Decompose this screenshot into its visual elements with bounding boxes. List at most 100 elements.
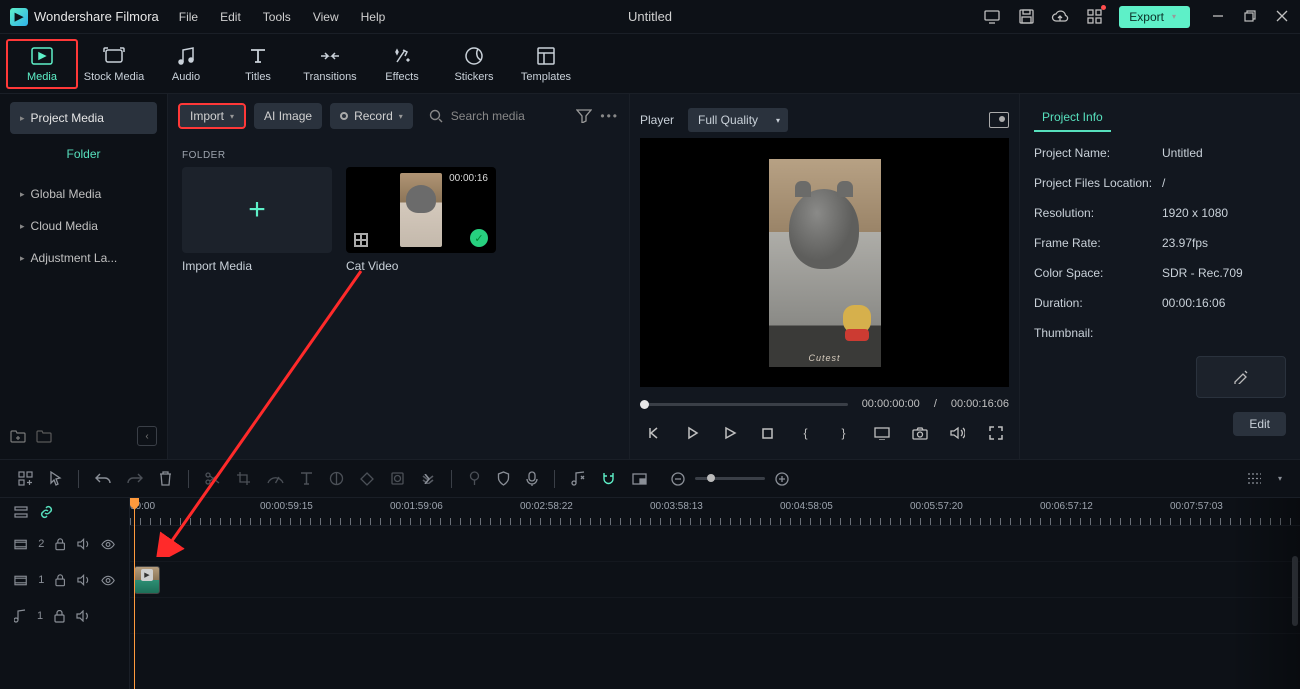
apps-icon[interactable] bbox=[1085, 8, 1103, 26]
play-icon[interactable] bbox=[721, 424, 739, 442]
tab-templates[interactable]: Templates bbox=[510, 41, 582, 87]
eye-icon[interactable] bbox=[101, 575, 115, 586]
app-name: Wondershare Filmora bbox=[34, 9, 159, 24]
lock-icon[interactable] bbox=[55, 538, 65, 551]
menu-edit[interactable]: Edit bbox=[220, 10, 241, 24]
tl-crop-icon[interactable] bbox=[236, 471, 251, 486]
tl-mask-icon[interactable] bbox=[390, 471, 405, 486]
filter-icon[interactable] bbox=[576, 109, 592, 123]
prev-frame-icon[interactable] bbox=[645, 424, 663, 442]
tl-undo-icon[interactable] bbox=[95, 472, 111, 485]
tl-view-icon[interactable] bbox=[1247, 472, 1262, 485]
tab-stock-media[interactable]: Stock Media bbox=[78, 41, 150, 87]
tl-link-icon[interactable] bbox=[39, 505, 54, 519]
new-folder-icon[interactable] bbox=[10, 429, 26, 443]
tl-cursor-icon[interactable] bbox=[49, 471, 62, 486]
stop-icon[interactable] bbox=[759, 424, 777, 442]
player-tab[interactable]: Player bbox=[640, 113, 674, 127]
player-viewport[interactable]: Cutest bbox=[640, 138, 1009, 387]
menu-view[interactable]: View bbox=[313, 10, 339, 24]
search-input[interactable]: Search media bbox=[421, 109, 569, 123]
mute-icon[interactable] bbox=[77, 574, 90, 586]
tl-magnet-icon[interactable] bbox=[601, 471, 616, 486]
timeline-clip[interactable]: ▶ bbox=[134, 566, 160, 594]
record-button[interactable]: Record▾ bbox=[330, 103, 413, 129]
tl-tracks-icon[interactable] bbox=[14, 506, 28, 518]
cloud-icon[interactable] bbox=[1051, 8, 1069, 26]
ai-image-button[interactable]: AI Image bbox=[254, 103, 322, 129]
timeline-v-scrollbar[interactable] bbox=[1292, 556, 1298, 626]
sidebar-project-media[interactable]: ▸Project Media bbox=[10, 102, 157, 134]
mute-icon[interactable] bbox=[77, 538, 90, 550]
mute-icon[interactable] bbox=[76, 610, 90, 622]
tl-marker-icon[interactable] bbox=[468, 471, 481, 486]
track-header-v2[interactable]: 2 bbox=[0, 526, 129, 562]
tl-keyframe-icon[interactable] bbox=[360, 472, 374, 486]
tab-media[interactable]: Media bbox=[6, 39, 78, 89]
menu-help[interactable]: Help bbox=[361, 10, 386, 24]
menu-tools[interactable]: Tools bbox=[263, 10, 291, 24]
track-header-v1[interactable]: 1 bbox=[0, 562, 129, 598]
eye-icon[interactable] bbox=[101, 539, 115, 550]
tl-color-icon[interactable] bbox=[329, 471, 344, 486]
track-v2[interactable] bbox=[130, 526, 1300, 562]
import-button[interactable]: Import▾ bbox=[178, 103, 246, 129]
more-icon[interactable]: ••• bbox=[600, 109, 619, 123]
tab-audio[interactable]: Audio bbox=[150, 41, 222, 87]
scrub-bar[interactable] bbox=[640, 403, 848, 406]
thumbnail-edit-icon[interactable] bbox=[1196, 356, 1286, 398]
track-header-a1[interactable]: 1 bbox=[0, 598, 129, 634]
tl-redo-icon[interactable] bbox=[127, 472, 143, 485]
volume-icon[interactable] bbox=[949, 424, 967, 442]
sidebar-adjustment-layer[interactable]: ▸Adjustment La... bbox=[10, 242, 157, 274]
snapshot-icon[interactable] bbox=[989, 112, 1009, 128]
track-v1[interactable]: ▶ bbox=[130, 562, 1300, 598]
zoom-in-icon[interactable] bbox=[775, 472, 789, 486]
tl-shield-icon[interactable] bbox=[497, 471, 510, 486]
tl-add-icon[interactable] bbox=[18, 471, 33, 486]
tl-delete-icon[interactable] bbox=[159, 471, 172, 486]
playhead[interactable] bbox=[134, 498, 135, 689]
tab-stickers[interactable]: Stickers bbox=[438, 41, 510, 87]
collapse-sidebar-icon[interactable]: ‹ bbox=[137, 426, 157, 446]
play-backward-icon[interactable] bbox=[683, 424, 701, 442]
tl-more-icon[interactable] bbox=[421, 474, 435, 484]
tl-pip-icon[interactable] bbox=[632, 473, 647, 485]
window-minimize-icon[interactable] bbox=[1212, 10, 1226, 24]
window-close-icon[interactable] bbox=[1276, 10, 1290, 24]
tl-speed-icon[interactable] bbox=[267, 472, 284, 485]
tl-text-icon[interactable] bbox=[300, 471, 313, 486]
mark-out-icon[interactable]: } bbox=[835, 424, 853, 442]
zoom-out-icon[interactable] bbox=[671, 472, 685, 486]
tl-split-icon[interactable] bbox=[205, 471, 220, 486]
zoom-slider[interactable] bbox=[695, 477, 765, 480]
new-bin-icon[interactable] bbox=[36, 429, 52, 443]
save-icon[interactable] bbox=[1017, 8, 1035, 26]
timeline-ruler[interactable]: 00:00 00:00:59:15 00:01:59:06 00:02:58:2… bbox=[130, 498, 1300, 526]
media-clip-cat-video[interactable]: 00:00:16 ✓ Cat Video bbox=[346, 167, 496, 273]
export-button[interactable]: Export▾ bbox=[1119, 6, 1190, 28]
edit-button[interactable]: Edit bbox=[1233, 412, 1286, 436]
tab-titles[interactable]: Titles bbox=[222, 41, 294, 87]
sidebar-cloud-media[interactable]: ▸Cloud Media bbox=[10, 210, 157, 242]
camera-icon[interactable] bbox=[911, 424, 929, 442]
tl-audio-toggle-icon[interactable] bbox=[571, 471, 585, 486]
import-media-tile[interactable]: + Import Media bbox=[182, 167, 332, 273]
window-maximize-icon[interactable] bbox=[1244, 10, 1258, 24]
tl-mic-icon[interactable] bbox=[526, 471, 538, 487]
display-icon[interactable] bbox=[983, 8, 1001, 26]
display-mode-icon[interactable] bbox=[873, 424, 891, 442]
quality-dropdown[interactable]: Full Quality▾ bbox=[688, 108, 788, 132]
project-info-tab[interactable]: Project Info bbox=[1034, 104, 1111, 132]
lock-icon[interactable] bbox=[55, 574, 65, 587]
sidebar-global-media[interactable]: ▸Global Media bbox=[10, 178, 157, 210]
fullscreen-icon[interactable] bbox=[987, 424, 1005, 442]
mark-in-icon[interactable]: { bbox=[797, 424, 815, 442]
sidebar-folder[interactable]: Folder bbox=[10, 138, 157, 170]
lock-icon[interactable] bbox=[54, 610, 65, 623]
menu-file[interactable]: File bbox=[179, 10, 198, 24]
tab-transitions[interactable]: Transitions bbox=[294, 41, 366, 87]
timeline-tracks[interactable]: 00:00 00:00:59:15 00:01:59:06 00:02:58:2… bbox=[130, 498, 1300, 689]
tab-effects[interactable]: Effects bbox=[366, 41, 438, 87]
track-a1[interactable] bbox=[130, 598, 1300, 634]
